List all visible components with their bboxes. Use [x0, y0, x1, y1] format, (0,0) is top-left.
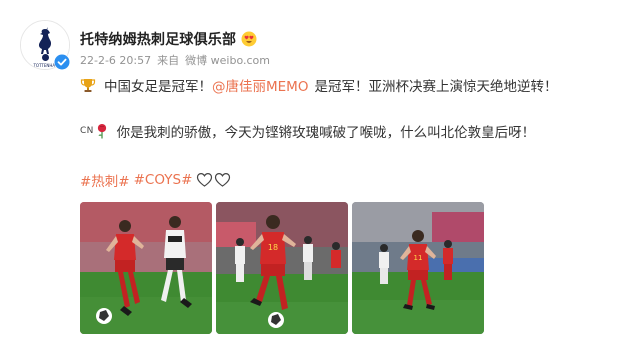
post-text-before-mention: 中国女足是冠军！ [104, 79, 212, 95]
svg-text:11: 11 [414, 254, 423, 262]
post-hashtags: #热刺# #COYS# [80, 169, 232, 191]
post-text-after-mention: 是冠军！亚洲杯决赛上演惊天绝地逆转！ [314, 79, 558, 95]
author-row: 托特纳姆热刺足球俱乐部 [80, 29, 257, 49]
post-text-line-2: CN 你是我刺的骄傲，今天为铿锵玫瑰喊破了喉咙，什么叫北伦敦皇后呀！ [80, 120, 535, 142]
photo-players-dribbling[interactable] [80, 202, 212, 334]
hashtag-coys[interactable]: #COYS# [134, 172, 193, 188]
post-text-line-1: 中国女足是冠军！ @唐佳丽MEMO 是冠军！亚洲杯决赛上演惊天绝地逆转！ [80, 74, 557, 96]
photo-player-running[interactable]: 11 [352, 202, 484, 334]
post-source: 微博 weibo.com [185, 54, 270, 67]
trophy-icon [80, 79, 96, 92]
cn-flag-label: CN [80, 126, 94, 136]
white-heart-icon [215, 172, 231, 187]
post-text-body: 你是我刺的骄傲，今天为铿锵玫瑰喊破了喉咙，什么叫北伦敦皇后呀！ [116, 125, 536, 141]
svg-text:18: 18 [268, 243, 278, 252]
mention-link[interactable]: @唐佳丽MEMO [212, 75, 308, 95]
rose-icon [97, 124, 106, 139]
source-prefix: 来自 [157, 54, 180, 67]
photo-grid: 18 11 [80, 202, 488, 334]
hashtag-spurs[interactable]: #热刺# [80, 170, 130, 190]
verified-badge-icon [54, 54, 70, 70]
photo-player-kicking-ball[interactable]: 18 [216, 202, 348, 334]
white-heart-icon [197, 172, 213, 187]
heart-eyes-emoji-icon [241, 31, 257, 47]
author-name[interactable]: 托特纳姆热刺足球俱乐部 [80, 29, 236, 49]
weibo-post: TOTTENHAM 托特纳姆热刺足球俱乐部 22-2-6 20:57 来自 微博… [0, 0, 630, 346]
post-meta: 22-2-6 20:57 来自 微博 weibo.com [80, 52, 276, 68]
hearts [196, 172, 232, 188]
post-timestamp[interactable]: 22-2-6 20:57 [80, 54, 151, 67]
